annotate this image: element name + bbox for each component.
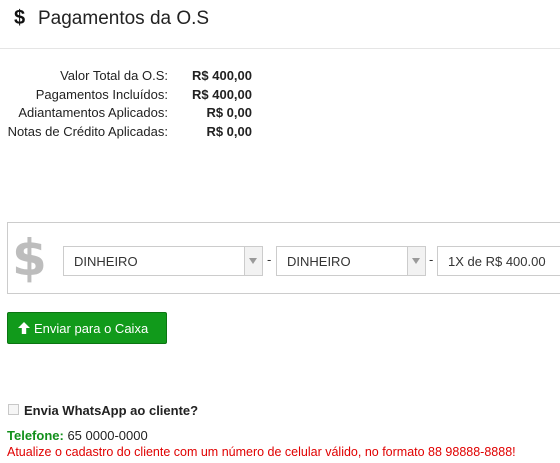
phone-label: Telefone: [7,428,64,443]
installments-select[interactable]: 1X de R$ 400.00 [437,246,560,276]
summary-row: Valor Total da O.S: R$ 400,00 [0,68,300,87]
summary-label: Pagamentos Incluídos: [35,86,168,102]
dollar-icon: $ [14,7,26,29]
send-button-label: Enviar para o Caixa [34,321,149,336]
summary-row: Pagamentos Incluídos: R$ 400,00 [0,87,300,106]
phone-value: 65 0000-0000 [67,428,148,443]
dollar-icon: $ [12,229,47,287]
summary-value: R$ 400,00 [192,68,252,83]
payment-method-value: DINHEIRO [74,254,138,269]
payment-method-select[interactable]: DINHEIRO [63,246,263,276]
separator: - [429,252,434,267]
phone-info: Telefone: 65 0000-0000 [7,428,148,443]
page-header: $ Pagamentos da O.S [0,0,560,49]
whatsapp-checkbox[interactable] [8,404,19,415]
summary-value: R$ 400,00 [192,86,252,102]
chevron-down-icon[interactable] [407,247,425,275]
phone-warning-message: Atualize o cadastro do cliente com um nú… [7,445,516,459]
payment-entry-panel: $ DINHEIRO - DINHEIRO - 1X de R$ 400.00 [7,222,560,294]
payment-summary: Valor Total da O.S: R$ 400,00 Pagamentos… [0,68,300,142]
whatsapp-label: Envia WhatsApp ao cliente? [24,403,199,418]
summary-row: Adiantamentos Aplicados: R$ 0,00 [0,105,300,124]
send-to-cashier-button[interactable]: Enviar para o Caixa [7,312,167,344]
separator: - [267,252,272,267]
summary-label: Notas de Crédito Aplicadas: [7,123,168,139]
payment-submethod-value: DINHEIRO [287,254,351,269]
page-title: Pagamentos da O.S [38,8,210,29]
payments-page: $ Pagamentos da O.S Valor Total da O.S: … [0,0,560,463]
summary-value: R$ 0,00 [206,105,252,120]
payment-submethod-select[interactable]: DINHEIRO [276,246,426,276]
installments-value: 1X de R$ 400.00 [448,254,546,269]
arrow-up-icon [18,322,30,334]
summary-value: R$ 0,00 [206,123,252,139]
summary-label: Valor Total da O.S: [60,68,168,83]
summary-row: Notas de Crédito Aplicadas: R$ 0,00 [0,124,300,143]
chevron-down-icon[interactable] [244,247,262,275]
summary-label: Adiantamentos Aplicados: [18,105,168,120]
